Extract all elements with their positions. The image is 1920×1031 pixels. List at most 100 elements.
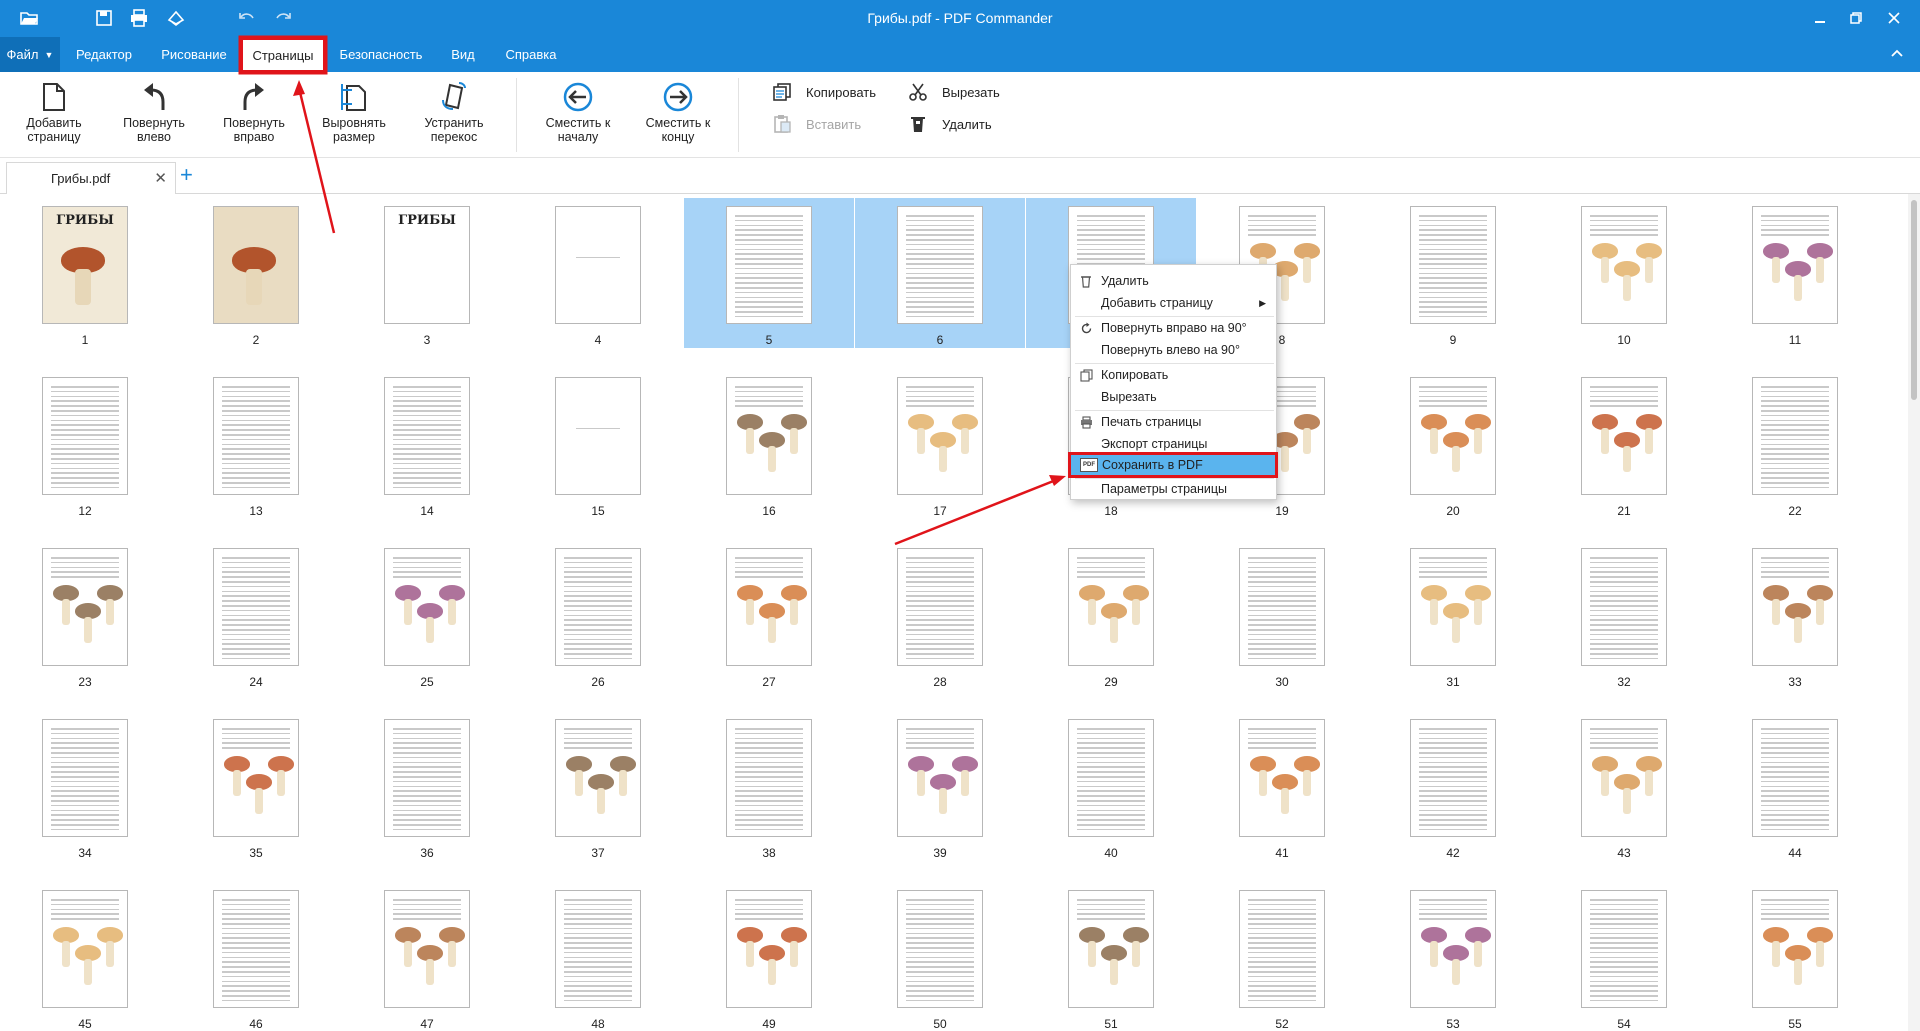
menu-item-add-page[interactable]: Добавить страницу ▶ — [1071, 293, 1276, 313]
mushroom-illustration — [1623, 275, 1631, 301]
page-thumbnail[interactable]: ГРИБЫ 3 — [342, 198, 512, 348]
page-thumbnail[interactable]: 10 — [1539, 198, 1709, 348]
collapse-ribbon-icon[interactable] — [1890, 46, 1904, 63]
move-to-start-button[interactable]: Сместить к началу — [532, 80, 624, 152]
page-thumbnail[interactable]: 28 — [855, 540, 1025, 690]
menu-item-rotate-left[interactable]: Повернуть влево на 90° — [1071, 340, 1276, 360]
move-to-end-button[interactable]: Сместить к концу — [632, 80, 724, 152]
close-icon[interactable] — [1880, 6, 1908, 30]
page-thumbnail[interactable]: 48 — [513, 882, 683, 1031]
page-thumbnail[interactable]: 33 — [1710, 540, 1880, 690]
menu-item-cut[interactable]: Вырезать — [1071, 387, 1276, 407]
tab-editor[interactable]: Редактор — [64, 37, 144, 72]
page-thumbnail[interactable]: 11 — [1710, 198, 1880, 348]
text-line — [1590, 405, 1658, 407]
page-thumbnail[interactable]: 6 — [855, 198, 1025, 348]
menu-item-delete[interactable]: Удалить — [1071, 271, 1276, 291]
page-thumbnail[interactable]: 24 — [171, 540, 341, 690]
text-line — [1248, 985, 1316, 987]
text-line — [1248, 942, 1316, 944]
page-thumbnail[interactable]: 41 — [1197, 711, 1367, 861]
page-thumbnail[interactable]: 13 — [171, 369, 341, 519]
cut-button[interactable]: Вырезать — [908, 80, 1000, 104]
deskew-button[interactable]: Устранить перекос — [408, 80, 500, 152]
menu-item-copy[interactable]: Копировать — [1071, 365, 1276, 385]
page-thumbnail[interactable]: 9 — [1368, 198, 1538, 348]
page-thumbnail[interactable]: 16 — [684, 369, 854, 519]
page-thumbnail[interactable]: 27 — [684, 540, 854, 690]
text-line — [1419, 828, 1487, 831]
scrollbar-thumb[interactable] — [1911, 200, 1917, 400]
delete-button[interactable]: Удалить — [908, 112, 992, 136]
page-thumbnail[interactable]: 54 — [1539, 882, 1709, 1031]
page-thumbnail[interactable]: 25 — [342, 540, 512, 690]
add-tab-icon[interactable]: + — [180, 164, 193, 186]
add-page-button[interactable]: Добавить страницу — [8, 80, 100, 152]
page-thumbnail[interactable]: 15 — [513, 369, 683, 519]
menu-item-rotate-right[interactable]: Повернуть вправо на 90° — [1071, 318, 1276, 338]
page-thumbnail[interactable]: 31 — [1368, 540, 1538, 690]
page-thumbnail[interactable]: 53 — [1368, 882, 1538, 1031]
page-thumbnail[interactable]: 47 — [342, 882, 512, 1031]
copy-button[interactable]: Копировать — [772, 80, 876, 104]
page-thumbnail[interactable]: 32 — [1539, 540, 1709, 690]
page-thumbnail[interactable]: 52 — [1197, 882, 1367, 1031]
restore-icon[interactable] — [1842, 6, 1870, 30]
page-thumbnail[interactable]: 38 — [684, 711, 854, 861]
page-thumbnail[interactable]: 45 — [0, 882, 170, 1031]
menu-item-print-page[interactable]: Печать страницы — [1071, 412, 1276, 432]
tab-security[interactable]: Безопасность — [334, 37, 428, 72]
page-thumbnail[interactable]: 26 — [513, 540, 683, 690]
text-line — [1761, 219, 1829, 222]
page-thumbnail[interactable]: 4 — [513, 198, 683, 348]
page-thumbnail[interactable]: 14 — [342, 369, 512, 519]
page-thumbnail[interactable]: 39 — [855, 711, 1025, 861]
page-thumbnail[interactable]: 29 — [1026, 540, 1196, 690]
menu-item-save-pdf[interactable]: PDF Сохранить в PDF — [1068, 452, 1278, 478]
minimize-icon[interactable] — [1806, 6, 1834, 30]
page-thumbnail[interactable]: 12 — [0, 369, 170, 519]
text-line — [51, 795, 119, 797]
page-thumbnail[interactable]: 20 — [1368, 369, 1538, 519]
page-thumbnail[interactable]: 46 — [171, 882, 341, 1031]
text-line — [906, 561, 974, 564]
menu-item-page-params[interactable]: Параметры страницы — [1071, 479, 1276, 499]
rotate-left-button[interactable]: Повернуть влево — [108, 80, 200, 152]
rotate-right-button[interactable]: Повернуть вправо — [208, 80, 300, 152]
tab-help[interactable]: Справка — [496, 37, 566, 72]
page-thumbnail[interactable]: 44 — [1710, 711, 1880, 861]
page-thumbnail[interactable]: 40 — [1026, 711, 1196, 861]
menu-item-export-page[interactable]: Экспорт страницы — [1071, 434, 1276, 454]
page-thumbnail[interactable]: 49 — [684, 882, 854, 1031]
page-thumbnail[interactable]: 42 — [1368, 711, 1538, 861]
page-thumbnail[interactable]: ГРИБЫ 1 — [0, 198, 170, 348]
page-thumbnail[interactable]: 36 — [342, 711, 512, 861]
page-thumbnail[interactable]: 37 — [513, 711, 683, 861]
tab-pages[interactable]: Страницы — [240, 37, 326, 73]
page-thumbnail[interactable]: 21 — [1539, 369, 1709, 519]
paste-button[interactable]: Вставить — [772, 112, 861, 136]
page-thumbnail[interactable]: 55 — [1710, 882, 1880, 1031]
close-tab-icon[interactable]: ✕ — [154, 169, 167, 187]
align-size-button[interactable]: Выровнять размер — [308, 80, 400, 152]
text-line — [1419, 899, 1487, 901]
text-line — [906, 301, 974, 303]
page-thumbnail[interactable]: 23 — [0, 540, 170, 690]
page-thumbnail[interactable]: 2 — [171, 198, 341, 348]
page-thumbnail[interactable]: 50 — [855, 882, 1025, 1031]
tab-drawing[interactable]: Рисование — [152, 37, 236, 72]
page-thumbnail[interactable]: 34 — [0, 711, 170, 861]
tab-view[interactable]: Вид — [442, 37, 484, 72]
document-tab[interactable]: Грибы.pdf ✕ — [6, 162, 176, 194]
text-line — [1419, 229, 1487, 231]
page-thumbnail[interactable]: 5 — [684, 198, 854, 348]
file-menu-button[interactable]: Файл ▼ — [0, 37, 60, 72]
vertical-scrollbar[interactable] — [1908, 194, 1920, 1031]
page-thumbnail[interactable]: 17 — [855, 369, 1025, 519]
page-thumbnail[interactable]: 43 — [1539, 711, 1709, 861]
mushroom-illustration — [917, 428, 925, 454]
page-thumbnail[interactable]: 30 — [1197, 540, 1367, 690]
page-thumbnail[interactable]: 35 — [171, 711, 341, 861]
page-thumbnail[interactable]: 51 — [1026, 882, 1196, 1031]
page-thumbnail[interactable]: 22 — [1710, 369, 1880, 519]
